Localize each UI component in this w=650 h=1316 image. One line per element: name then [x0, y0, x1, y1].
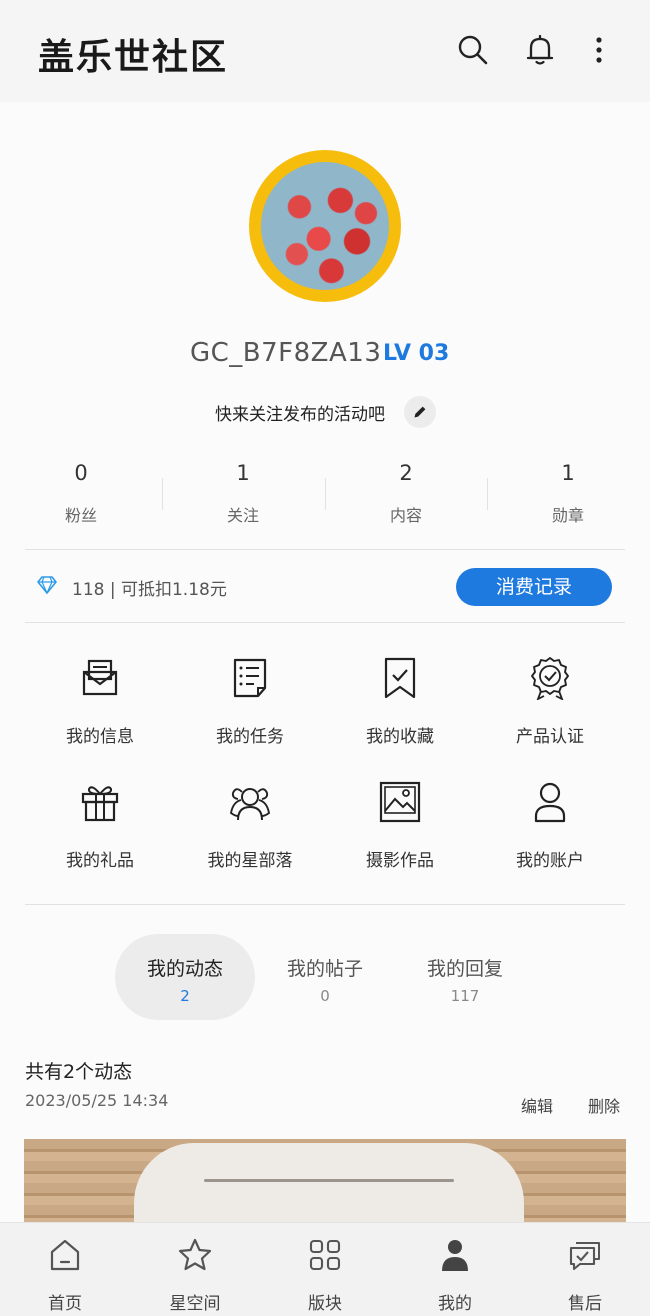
level-badge: LV 03 [383, 341, 450, 366]
more-vertical-icon[interactable] [582, 33, 616, 67]
nav-item-star-space[interactable]: 星空间 [130, 1223, 260, 1316]
points-row: 118 | 可抵扣1.18元 消费记录 [25, 550, 625, 622]
post-image-subject [134, 1143, 524, 1222]
grid-item-tribe[interactable]: 我的星部落 [175, 766, 325, 886]
post-image[interactable] [24, 1139, 626, 1222]
tab-my-posts[interactable]: 我的帖子 0 [255, 934, 395, 1020]
purchase-history-button[interactable]: 消费记录 [456, 568, 612, 606]
grid-label: 我的星部落 [207, 851, 293, 871]
stat-value: 2 [399, 461, 413, 485]
stat-value: 1 [561, 461, 575, 485]
nav-label: 我的 [438, 1294, 472, 1314]
nav-item-home[interactable]: 首页 [0, 1223, 130, 1316]
grid-icon [307, 1237, 343, 1273]
app-title: 盖乐世社区 [38, 37, 229, 78]
nav-item-me[interactable]: 我的 [390, 1223, 520, 1316]
grid-label: 我的任务 [216, 727, 284, 747]
grid-item-photography[interactable]: 摄影作品 [325, 766, 475, 886]
grid-label: 我的账户 [516, 851, 584, 871]
stat-label: 勋章 [551, 506, 584, 525]
nav-label: 星空间 [169, 1294, 221, 1314]
chat-check-icon [567, 1237, 603, 1273]
tab-count: 0 [320, 987, 330, 1005]
edit-bio-button[interactable] [404, 396, 436, 428]
nav-item-after-sales[interactable]: 售后 [520, 1223, 650, 1316]
home-icon [47, 1237, 83, 1273]
grid-label: 产品认证 [516, 727, 584, 747]
diamond-icon [37, 576, 57, 594]
edit-post-button[interactable]: 编辑 [521, 1093, 553, 1117]
nav-item-sections[interactable]: 版块 [260, 1223, 390, 1316]
stat-value: 1 [236, 461, 250, 485]
feed-count: 共有2个动态 [25, 1061, 133, 1083]
stat-value: 0 [74, 461, 88, 485]
grid-item-tasks[interactable]: 我的任务 [175, 642, 325, 762]
group-icon [228, 780, 272, 824]
grid-label: 摄影作品 [366, 851, 434, 871]
avatar-image [261, 162, 389, 290]
bottom-nav: 首页 星空间 版块 我的 售后 [0, 1222, 650, 1316]
image-icon [378, 780, 422, 824]
person-icon [437, 1237, 473, 1273]
points-balance: 118 | 可抵扣1.18元 [72, 580, 227, 600]
stat-followers[interactable]: 0 粉丝 [0, 458, 162, 526]
username: GC_B7F8ZA13 [190, 338, 382, 368]
grid-item-certification[interactable]: 产品认证 [475, 642, 625, 762]
grid-item-account[interactable]: 我的账户 [475, 766, 625, 886]
grid-label: 我的礼品 [66, 851, 134, 871]
grid-item-messages[interactable]: 我的信息 [25, 642, 175, 762]
star-icon [177, 1237, 213, 1273]
bio-text: 快来关注发布的活动吧 [215, 405, 385, 425]
nav-label: 版块 [308, 1294, 342, 1314]
tab-label: 我的动态 [146, 958, 223, 980]
stat-following[interactable]: 1 关注 [162, 458, 324, 526]
tab-count: 2 [180, 987, 190, 1005]
activity-tabs: 我的动态 2 我的帖子 0 我的回复 117 [0, 934, 650, 1024]
tab-label: 我的回复 [426, 958, 503, 980]
divider [25, 622, 625, 623]
post-image-detail [204, 1179, 454, 1182]
feature-grid: 我的信息 我的任务 我的收藏 产品认证 我的礼品 我的星部落 摄影作品 我的账户 [25, 642, 625, 892]
task-list-icon [228, 656, 272, 700]
tab-my-activity[interactable]: 我的动态 2 [115, 934, 255, 1020]
avatar[interactable] [249, 150, 401, 302]
stat-label: 内容 [389, 506, 422, 525]
app-header: 盖乐世社区 [0, 0, 650, 102]
tab-my-replies[interactable]: 我的回复 117 [395, 934, 535, 1020]
stat-label: 关注 [226, 506, 259, 525]
bell-icon[interactable] [523, 33, 557, 67]
tab-label: 我的帖子 [286, 958, 363, 980]
divider [25, 904, 625, 905]
grid-item-favorites[interactable]: 我的收藏 [325, 642, 475, 762]
gift-icon [78, 780, 122, 824]
nav-label: 首页 [48, 1294, 82, 1314]
delete-post-button[interactable]: 删除 [588, 1093, 620, 1117]
user-icon [528, 780, 572, 824]
search-icon[interactable] [456, 33, 490, 67]
pencil-icon [414, 406, 426, 418]
post-timestamp: 2023/05/25 14:34 [25, 1091, 169, 1110]
stat-medals[interactable]: 1 勋章 [487, 458, 649, 526]
mail-icon [78, 656, 122, 700]
grid-label: 我的信息 [66, 727, 134, 747]
grid-label: 我的收藏 [366, 727, 434, 747]
stats-row: 0 粉丝 1 关注 2 内容 1 勋章 [0, 458, 650, 528]
stat-label: 粉丝 [64, 506, 97, 525]
badge-icon [528, 656, 572, 701]
nav-label: 售后 [568, 1294, 602, 1314]
grid-item-gifts[interactable]: 我的礼品 [25, 766, 175, 886]
bookmark-icon [378, 656, 422, 700]
stat-content[interactable]: 2 内容 [325, 458, 487, 526]
tab-count: 117 [450, 987, 480, 1005]
profile-page: GC_B7F8ZA13 LV 03 快来关注发布的活动吧 0 粉丝 1 关注 2… [0, 102, 650, 1222]
